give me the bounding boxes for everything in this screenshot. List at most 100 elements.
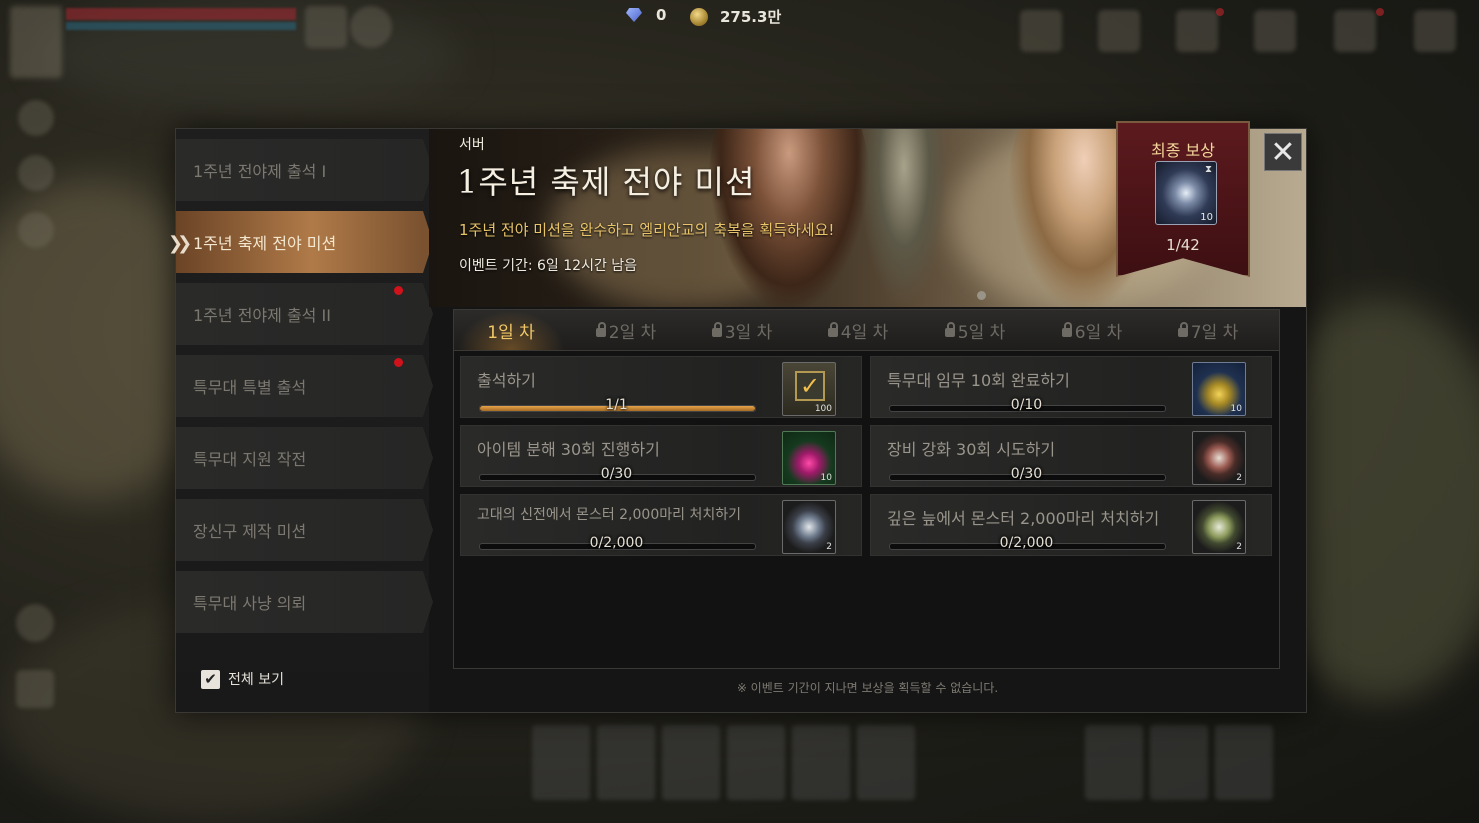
tab-label: 5일 차: [957, 322, 1006, 343]
menu-icon[interactable]: [1098, 10, 1140, 52]
tab-label: 3일 차: [724, 322, 773, 343]
green-rune-icon[interactable]: 2: [1192, 500, 1246, 554]
sidebar-item-attendance-2[interactable]: 1주년 전야제 출석 II: [176, 283, 433, 345]
event-sidebar: 1주년 전야제 출석 I ❯❯ 1주년 축제 전야 미션 1주년 전야제 출석 …: [168, 129, 433, 712]
red-rune-icon[interactable]: 2: [1192, 431, 1246, 485]
mission-label: 장비 강화 30회 시도하기: [887, 440, 1056, 459]
mission-row[interactable]: 특무대 임무 10회 완료하기 0/10 10: [870, 356, 1272, 418]
final-reward-title: 최종 보상: [1151, 141, 1215, 160]
close-icon: ✕: [1270, 134, 1296, 170]
sidebar-item-label: 1주년 전야제 출석 I: [193, 162, 327, 181]
final-reward-banner: 최종 보상 ⧗ 10 1/42: [1116, 121, 1250, 277]
lock-icon: [1177, 321, 1188, 337]
tab-label: 7일 차: [1190, 322, 1239, 343]
mission-label: 깊은 늪에서 몬스터 2,000마리 처치하기: [887, 509, 1160, 528]
mission-row[interactable]: 출석하기 1/1 ✓ 100: [460, 356, 862, 418]
progress-text: 1/1: [605, 397, 628, 413]
gold-coin-icon: [690, 7, 708, 26]
side-menu-icon[interactable]: [18, 212, 54, 248]
sidebar-item-special-attendance[interactable]: 특무대 특별 출석: [176, 355, 433, 417]
hourglass-icon: ⧗: [1204, 164, 1212, 175]
close-button[interactable]: ✕: [1264, 133, 1302, 171]
progress-text: 0/30: [600, 466, 633, 482]
notification-dot: [1216, 8, 1224, 16]
sidebar-item-label: 1주년 축제 전야 미션: [193, 234, 337, 253]
tab-day-2[interactable]: 2일 차: [572, 310, 680, 350]
gem-currency: 0: [626, 6, 666, 24]
menu-icon[interactable]: [305, 6, 347, 48]
server-name: 서버: [459, 137, 485, 153]
hotbar-slot[interactable]: [597, 725, 655, 800]
mission-label: 특무대 임무 10회 완료하기: [887, 371, 1070, 390]
yellow-potion-icon[interactable]: 10: [1192, 362, 1246, 416]
tab-label: 6일 차: [1074, 322, 1123, 343]
hotbar-slot[interactable]: [532, 725, 590, 800]
sidebar-item-label: 1주년 전야제 출석 II: [193, 306, 331, 325]
progress-text: 0/30: [1010, 466, 1043, 482]
banner-title: 1주년 축제 전야 미션: [457, 163, 756, 201]
lock-icon: [595, 321, 606, 337]
menu-icon[interactable]: [1414, 10, 1456, 52]
item-count: 10: [820, 473, 832, 483]
show-all-checkbox[interactable]: ✔: [201, 669, 220, 689]
hotbar-slot[interactable]: [857, 725, 915, 800]
hotbar-slot[interactable]: [1085, 725, 1143, 800]
mission-label: 출석하기: [477, 371, 536, 390]
chat-icon[interactable]: [16, 670, 54, 708]
banner-page-indicator[interactable]: [977, 291, 986, 300]
menu-icon[interactable]: [1176, 10, 1218, 52]
tab-day-4[interactable]: 4일 차: [804, 310, 912, 350]
side-menu-icon[interactable]: [18, 155, 54, 191]
tab-day-3[interactable]: 3일 차: [688, 310, 796, 350]
gold-currency: 275.3만: [690, 6, 781, 27]
side-menu-icon[interactable]: [16, 604, 54, 642]
lock-icon: [827, 321, 838, 337]
sidebar-item-eve-mission[interactable]: ❯❯ 1주년 축제 전야 미션: [168, 211, 433, 273]
tab-day-7[interactable]: 7일 차: [1154, 310, 1262, 350]
sidebar-item-label: 특무대 특별 출석: [193, 378, 307, 397]
menu-icon[interactable]: [1020, 10, 1062, 52]
selected-arrow-icon: ❯❯: [168, 233, 192, 254]
sidebar-item-support-op[interactable]: 특무대 지원 작전: [176, 427, 433, 489]
hotbar-slot[interactable]: [792, 725, 850, 800]
lock-icon: [1061, 321, 1072, 337]
show-all-toggle[interactable]: ✔ 전체 보기: [201, 669, 284, 689]
top-hud: 0 275.3만: [0, 0, 1479, 78]
blessing-hands-icon[interactable]: ⧗ 10: [1155, 161, 1217, 225]
menu-icon[interactable]: [1334, 10, 1376, 52]
tab-day-1[interactable]: 1일 차: [457, 310, 565, 350]
mp-bar: [66, 22, 296, 30]
hotbar-slot[interactable]: [727, 725, 785, 800]
tab-label: 2일 차: [608, 322, 657, 343]
item-count: 10: [1200, 212, 1213, 223]
item-count: 10: [1230, 404, 1242, 414]
menu-icon[interactable]: [1254, 10, 1296, 52]
sidebar-item-hunt-request[interactable]: 특무대 사냥 의뢰: [176, 571, 433, 633]
notification-dot: [1376, 8, 1384, 16]
hotbar-slot[interactable]: [662, 725, 720, 800]
day-tabs: 1일 차 2일 차 3일 차 4일 차 5일 차 6일 차 7일 차: [454, 310, 1279, 351]
sidebar-item-label: 장신구 제작 미션: [193, 522, 307, 541]
sidebar-item-attendance-1[interactable]: 1주년 전야제 출석 I: [176, 139, 433, 201]
lock-icon: [944, 321, 955, 337]
show-all-label: 전체 보기: [228, 672, 284, 688]
notification-dot: [394, 286, 403, 295]
blue-rune-icon[interactable]: 2: [782, 500, 836, 554]
menu-icon[interactable]: [350, 6, 392, 48]
hotbar-slot[interactable]: [1215, 725, 1273, 800]
pink-potion-icon[interactable]: 10: [782, 431, 836, 485]
tab-day-6[interactable]: 6일 차: [1038, 310, 1146, 350]
event-window: 1주년 전야제 출석 I ❯❯ 1주년 축제 전야 미션 1주년 전야제 출석 …: [168, 121, 1307, 713]
completed-check-icon[interactable]: ✓ 100: [782, 362, 836, 416]
hotbar-slot[interactable]: [1150, 725, 1208, 800]
character-portrait[interactable]: [10, 6, 62, 78]
sidebar-item-accessory-craft[interactable]: 장신구 제작 미션: [176, 499, 433, 561]
mission-row[interactable]: 깊은 늪에서 몬스터 2,000마리 처치하기 0/2,000 2: [870, 494, 1272, 556]
item-count: 2: [826, 542, 832, 552]
banner-character-left: [709, 129, 869, 307]
mission-row[interactable]: 고대의 신전에서 몬스터 2,000마리 처치하기 0/2,000 2: [460, 494, 862, 556]
mission-row[interactable]: 장비 강화 30회 시도하기 0/30 2: [870, 425, 1272, 487]
tab-day-5[interactable]: 5일 차: [921, 310, 1029, 350]
side-menu-icon[interactable]: [18, 100, 54, 136]
mission-row[interactable]: 아이템 분해 30회 진행하기 0/30 10: [460, 425, 862, 487]
